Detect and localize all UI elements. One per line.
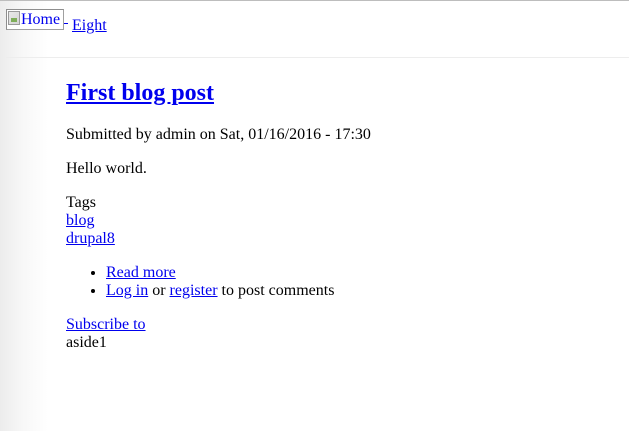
site-name-link[interactable]: Eight [72,17,107,35]
tag-link-drupal8[interactable]: drupal8 [66,230,115,247]
node-links: Read more Log in or register to post com… [66,264,334,300]
subscribe-link[interactable]: Subscribe to [66,316,146,333]
tags-field: Tags blog drupal8 [66,194,115,248]
read-more-link[interactable]: Read more [106,264,176,281]
broken-image-icon [8,11,20,25]
top-border [0,0,629,1]
comment-login-item: Log in or register to post comments [106,282,334,300]
post-comments-text: to post comments [221,282,335,299]
submitted-info: Submitted by admin on Sat, 01/16/2016 - … [66,126,371,143]
article-title: First blog post [66,78,606,108]
tag-link-blog[interactable]: blog [66,212,94,229]
tag-item: drupal8 [66,230,115,248]
aside-label: aside1 [66,334,107,351]
register-link[interactable]: register [170,282,218,299]
login-link[interactable]: Log in [106,282,148,299]
home-logo-link[interactable]: Home [6,9,68,30]
article-title-link[interactable]: First blog post [66,80,214,106]
or-text: or [152,282,166,299]
article-body: Hello world. [66,160,147,177]
site-header: Home Eight [6,9,107,35]
header-divider [6,57,629,58]
tags-label: Tags [66,194,96,211]
main-content: First blog post Submitted by admin on Sa… [66,78,606,351]
tag-list: blog drupal8 [66,212,115,248]
aside-region: Subscribe to aside1 [66,316,146,352]
read-more-item: Read more [106,264,334,282]
logo-alt-text: Home [21,11,61,28]
tag-item: blog [66,212,115,230]
left-shade [0,1,48,431]
broken-image-logo[interactable]: Home [6,9,64,30]
